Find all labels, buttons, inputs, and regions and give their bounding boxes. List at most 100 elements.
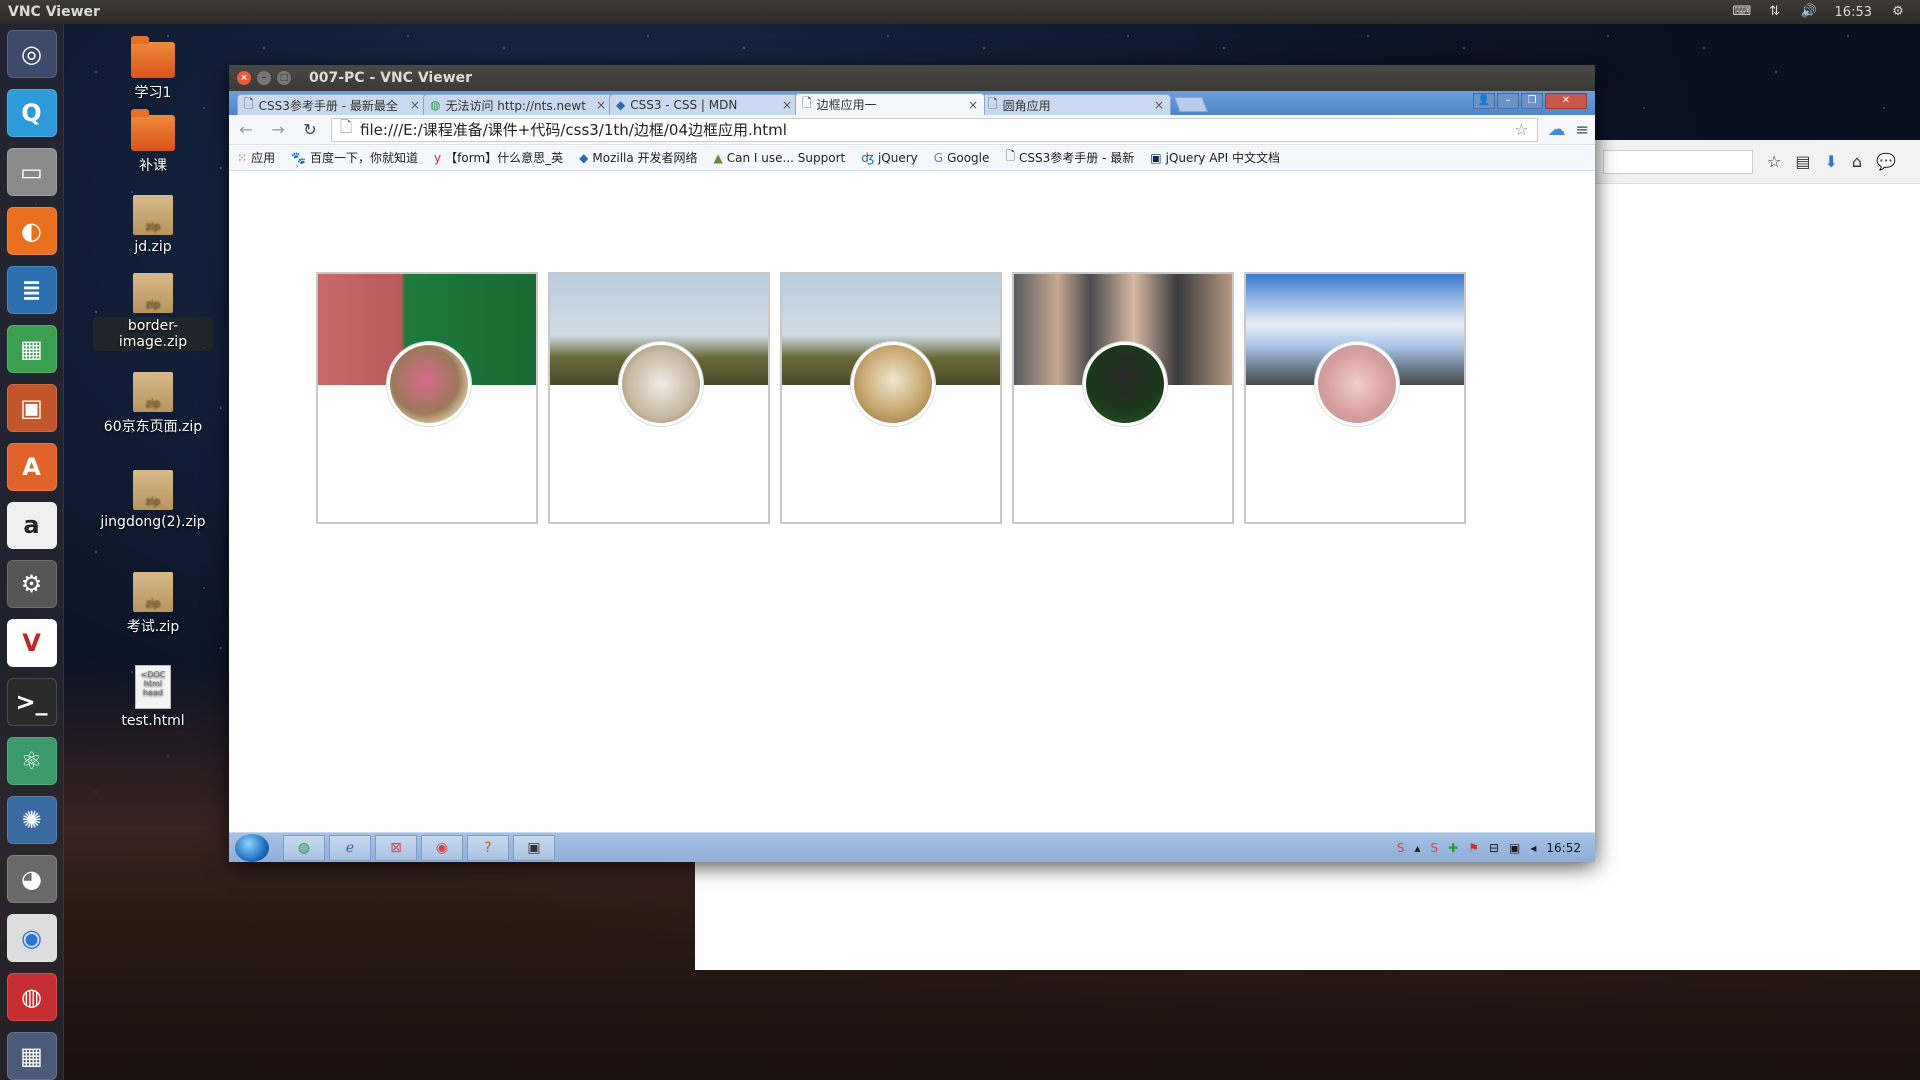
calc-icon[interactable]: ▦ <box>6 324 57 373</box>
taskbar-clock[interactable]: 16:52 <box>1546 841 1581 855</box>
tab-label: CSS3参考手册 - 最新最全 <box>258 98 398 113</box>
firefox-icon[interactable]: ◐ <box>6 206 57 255</box>
mdn-icon: ◆ <box>579 150 589 165</box>
desktop-icon-label: 60京东页面.zip <box>103 419 203 435</box>
profile-card <box>1244 272 1466 524</box>
url-text[interactable]: file:///E:/课程准备/课件+代码/css3/1th/边框/04边框应用… <box>360 119 787 140</box>
bookmark-youdao[interactable]: y 【form】什么意思_英 <box>434 149 563 166</box>
restore-icon[interactable]: ❐ <box>1521 93 1543 109</box>
terminal-icon[interactable]: >_ <box>6 678 57 727</box>
new-tab-button[interactable] <box>1174 97 1208 112</box>
tab-css3-reference[interactable]: 🗋 CSS3参考手册 - 最新最全 × <box>237 94 427 115</box>
desktop-icon-folder[interactable]: 补课 <box>93 109 213 175</box>
system-settings-icon[interactable]: ⚙ <box>6 560 57 609</box>
chat-icon[interactable]: 💬 <box>1876 152 1896 171</box>
address-bar[interactable]: 🗋 file:///E:/课程准备/课件+代码/css3/1th/边框/04边框… <box>331 117 1538 142</box>
bookmark-apps[interactable]: ⁙ 应用 <box>237 149 275 166</box>
tab-close-icon[interactable]: × <box>782 98 792 112</box>
bookmark-google[interactable]: G Google <box>934 151 990 165</box>
dash-home-icon[interactable]: ◎ <box>6 30 57 78</box>
gimp-icon[interactable]: ◕ <box>6 855 57 904</box>
desktop-icon-folder[interactable]: 学习1 <box>93 36 213 102</box>
amazon-icon[interactable]: a <box>6 501 57 550</box>
netease-music-icon[interactable]: ◍ <box>6 973 57 1021</box>
window-close-icon[interactable]: × <box>237 71 251 85</box>
qq-icon[interactable]: Q <box>6 88 57 137</box>
tab-close-icon[interactable]: × <box>596 98 606 112</box>
taskbar-window-icon[interactable]: ▣ <box>513 834 555 861</box>
bookmarks-bar: ⁙ 应用 🐾 百度一下，你就知道 y 【form】什么意思_英 ◆ Mozilla 开发… <box>229 145 1595 171</box>
workspace-switcher-icon[interactable]: ▦ <box>6 1031 57 1080</box>
usb-icon[interactable]: ⊟ <box>1489 841 1499 855</box>
cloud-extension-icon[interactable]: ☁ <box>1548 119 1566 140</box>
desktop-icon-zip[interactable]: zip jd.zip <box>93 195 213 255</box>
home-icon[interactable]: ⌂ <box>1852 152 1862 171</box>
forward-arrow-icon[interactable]: → <box>267 120 289 139</box>
bookmark-caniuse[interactable]: ▲ Can I use... Support <box>714 151 846 165</box>
profile-icon[interactable]: 👤 <box>1473 93 1495 109</box>
tray-expand-icon[interactable]: ▴ <box>1414 841 1420 855</box>
desktop-icon-html[interactable]: <DOC html head test.html <box>93 665 213 729</box>
vnc-viewer-window[interactable]: × – □ 007-PC - VNC Viewer 🗋 CSS3参考手册 - 最… <box>229 65 1595 862</box>
flag-icon[interactable]: ⚑ <box>1468 841 1479 855</box>
atom-icon[interactable]: ⚛ <box>6 737 57 786</box>
bookmark-label: Mozilla 开发者网络 <box>592 151 698 165</box>
bookmark-jquery-api[interactable]: ▣ jQuery API 中文文档 <box>1150 149 1280 166</box>
bookmark-baidu[interactable]: 🐾 百度一下，你就知道 <box>291 149 418 166</box>
taskbar-ie-icon[interactable]: ℯ <box>329 834 371 861</box>
chrome-icon[interactable]: ◉ <box>6 914 57 962</box>
reading-list-icon[interactable]: ▤ <box>1795 152 1810 171</box>
background-browser-window[interactable]: ☆ ▤ ⬇ ⌂ 💬 <box>1595 140 1920 970</box>
tab-close-icon[interactable]: × <box>1154 98 1164 112</box>
taskbar-chrome-icon[interactable]: ◉ <box>421 834 463 861</box>
shotwell-icon[interactable]: ✺ <box>6 796 57 845</box>
network-icon[interactable]: ⇅ <box>1767 5 1783 19</box>
writer-icon[interactable]: ≣ <box>6 265 57 314</box>
files-icon[interactable]: ▭ <box>6 147 57 196</box>
desktop-icon-zip[interactable]: zip border-image.zip <box>93 273 213 351</box>
window-minimize-icon[interactable]: – <box>257 71 271 85</box>
bookmark-css3-manual[interactable]: 🗋 CSS3参考手册 - 最新 <box>1005 147 1134 168</box>
keyboard-icon[interactable]: ⌨ <box>1733 5 1752 19</box>
volume-icon[interactable]: 🔊 <box>1801 5 1817 19</box>
download-icon[interactable]: ⬇ <box>1824 152 1837 171</box>
taskbar-app-icon[interactable]: ⊠ <box>375 834 417 861</box>
panel-clock[interactable]: 16:53 <box>1835 5 1872 20</box>
security-icon[interactable]: ✚ <box>1448 841 1458 855</box>
chrome-menu-icon[interactable]: ≡ <box>1576 120 1589 139</box>
volume-icon[interactable]: ◂ <box>1530 841 1536 855</box>
bookmark-jquery[interactable]: ʤ jQuery <box>861 151 918 165</box>
bookmark-mdn[interactable]: ◆ Mozilla 开发者网络 <box>579 149 697 166</box>
bookmark-star-icon[interactable]: ☆ <box>1514 120 1528 139</box>
bookmark-star-icon[interactable]: ☆ <box>1767 152 1781 171</box>
mdn-icon: ◆ <box>616 98 626 112</box>
taskbar-360-icon[interactable]: ◍ <box>283 834 325 861</box>
close-icon[interactable]: ✕ <box>1545 93 1587 109</box>
vnc-title-bar[interactable]: × – □ 007-PC - VNC Viewer <box>229 65 1595 91</box>
tab-border-app-1[interactable]: 🗋 边框应用一 × <box>795 93 985 115</box>
ime-icon[interactable]: S <box>1397 841 1405 855</box>
tab-close-icon[interactable]: × <box>968 98 978 112</box>
software-center-icon[interactable]: A <box>6 442 57 491</box>
windows-start-icon[interactable] <box>235 833 269 862</box>
vnc-viewer-icon[interactable]: V <box>6 619 57 668</box>
tab-cannot-access[interactable]: ◍ 无法访问 http://nts.newt × <box>423 94 613 115</box>
zip-file-icon: zip <box>133 470 173 510</box>
settings-gear-icon[interactable]: ⚙ <box>1890 5 1906 19</box>
desktop-icon-zip[interactable]: zip jingdong(2).zip <box>93 470 213 530</box>
impress-icon[interactable]: ▣ <box>6 383 57 432</box>
desktop-icon-zip[interactable]: zip 考试.zip <box>93 572 213 636</box>
tab-rounded-corner[interactable]: 🗋 圆角应用 × <box>981 94 1171 115</box>
minimize-icon[interactable]: – <box>1497 93 1519 109</box>
background-url-field[interactable] <box>1603 149 1753 174</box>
network-icon[interactable]: ▣ <box>1509 841 1520 855</box>
back-arrow-icon[interactable]: ← <box>235 120 257 139</box>
reload-icon[interactable]: ↻ <box>299 120 321 139</box>
tab-mdn-css3[interactable]: ◆ CSS3 - CSS | MDN × <box>609 94 799 115</box>
window-maximize-icon[interactable]: □ <box>277 71 291 85</box>
sogou-icon[interactable]: S <box>1431 841 1439 855</box>
taskbar-help-icon[interactable]: ? <box>467 834 509 861</box>
desktop-icon-zip[interactable]: zip 60京东页面.zip <box>93 372 213 436</box>
globe-icon: ◍ <box>430 98 441 112</box>
tab-close-icon[interactable]: × <box>410 98 420 112</box>
